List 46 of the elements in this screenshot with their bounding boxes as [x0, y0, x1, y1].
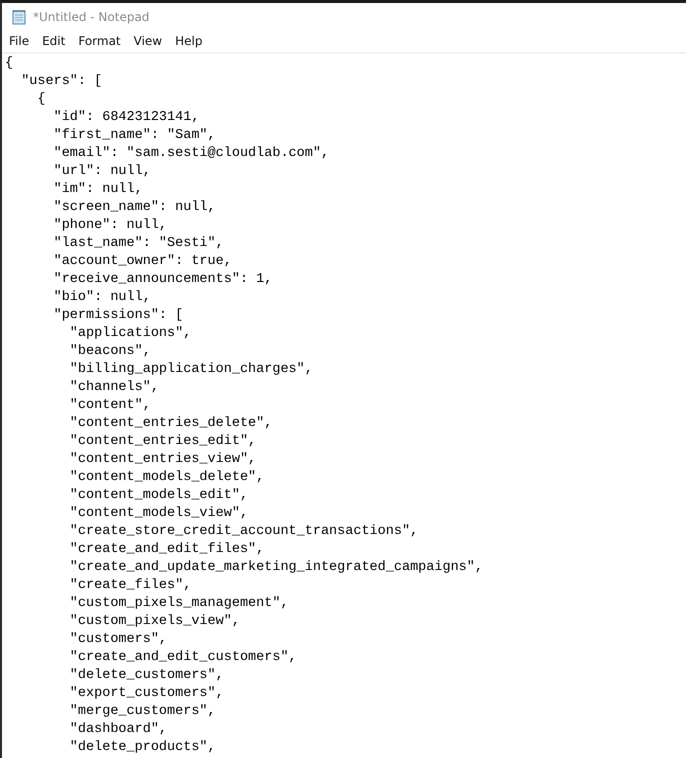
text-line: "delete_customers", [68, 667, 225, 685]
text-line: "create_files", [68, 577, 192, 595]
window-title: *Untitled - Notepad [33, 10, 150, 24]
menu-item[interactable]: Edit [40, 34, 72, 48]
text-line: "content_entries_view", [68, 451, 258, 469]
text-line: "screen_name": null, [52, 199, 217, 217]
text-line: "im": null, [52, 181, 144, 199]
text-line: "content_models_view", [68, 505, 250, 523]
text-line: "export_customers", [68, 685, 225, 703]
menu-item[interactable]: Help [173, 34, 210, 48]
text-line: "content_models_delete", [68, 469, 266, 487]
text-line: "email": "sam.sesti@cloudlab.com", [52, 145, 330, 163]
text-line: "channels", [68, 379, 160, 397]
menu-item[interactable]: File [7, 34, 36, 48]
text-line: "create_and_update_marketing_integrated_campaigns", [68, 559, 484, 577]
text-line: "phone": null, [52, 217, 168, 235]
notepad-icon [11, 8, 27, 24]
text-line: "create_and_edit_customers", [68, 649, 298, 667]
text-line: "id": 68423123141, [52, 109, 200, 127]
text-line: "bio": null, [52, 289, 152, 307]
menu-item[interactable]: Format [76, 34, 128, 48]
text-line: "applications", [68, 325, 192, 343]
text-line: "users": [ [20, 73, 104, 91]
text-line: "url": null, [52, 163, 152, 181]
text-line: "dashboard", [68, 721, 168, 739]
text-line: "customers", [68, 631, 168, 649]
text-line: "billing_application_charges", [68, 361, 314, 379]
text-line: { [5, 55, 14, 73]
text-line: "last_name": "Sesti", [52, 235, 225, 253]
text-line: "create_and_edit_files", [68, 541, 266, 559]
text-line: "account_owner": true, [52, 253, 233, 271]
text-line: "content_entries_edit", [68, 433, 258, 451]
text-line: "merge_customers", [68, 703, 217, 721]
text-line: "delete_products", [68, 739, 217, 757]
text-line: "custom_pixels_management", [68, 595, 290, 613]
text-line: "content", [68, 397, 152, 415]
menu-item[interactable]: View [132, 34, 170, 48]
text-line: "first_name": "Sam", [52, 127, 217, 145]
text-line: "beacons", [68, 343, 152, 361]
text-line: "permissions": [ [52, 307, 184, 325]
text-line: "custom_pixels_view", [68, 613, 241, 631]
text-line: "content_entries_delete", [68, 415, 274, 433]
text-line: { [36, 91, 47, 109]
text-line: "create_store_credit_account_transactions", [68, 523, 420, 541]
text-line: "receive_announcements": 1, [52, 271, 274, 289]
text-line: "content_models_edit", [68, 487, 250, 505]
